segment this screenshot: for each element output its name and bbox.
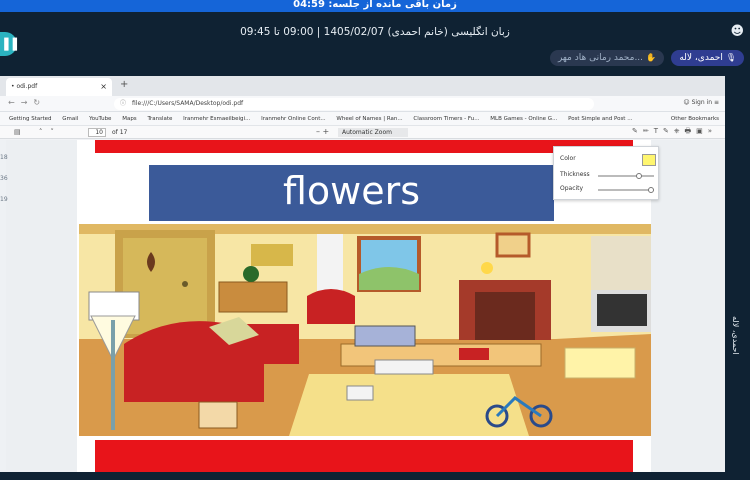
bookmark-item[interactable]: YouTube — [89, 112, 111, 126]
browser-tab[interactable]: • odi.pdf × — [6, 78, 112, 96]
page-number-input[interactable]: 10 — [88, 128, 106, 137]
mic-icon: 🎙 — [725, 53, 736, 62]
menu-icon[interactable]: ≡ — [714, 99, 719, 106]
session-title: زبان انگلیسی (خانم احمدی) 1405/02/07 | 0… — [240, 26, 510, 38]
browser-tabbar: • odi.pdf × + — [0, 76, 725, 96]
thickness-label: Thickness — [560, 171, 590, 178]
page-title-box: flowers — [149, 165, 554, 221]
bookmark-item[interactable]: Maps — [122, 112, 136, 126]
bookmark-item[interactable]: Wheel of Names | Ran... — [336, 112, 402, 126]
browser-urlbar: ←→↻ ⓘ file:///C:/Users/SAMA/Desktop/odi.… — [0, 96, 725, 112]
signin-button[interactable]: ☺ Sign in ≡ — [683, 99, 719, 106]
red-band-bottom — [95, 440, 633, 472]
pdf-tools-icons[interactable]: ✎✏T✎⎈🖶▣» — [632, 127, 717, 138]
side-participant-label: احمدی، لاله — [731, 316, 740, 355]
left-strip-number: 19 — [0, 196, 8, 203]
highlight-options-popup: Color Thickness Opacity — [553, 146, 659, 200]
address-bar[interactable]: ⓘ file:///C:/Users/SAMA/Desktop/odi.pdf — [114, 98, 594, 110]
bookmark-item[interactable]: Translate — [147, 112, 172, 126]
color-label: Color — [560, 155, 576, 162]
bookmark-item[interactable]: MLB Games - Online G... — [490, 112, 557, 126]
opacity-slider-handle[interactable] — [648, 187, 654, 193]
close-icon[interactable]: × — [100, 78, 107, 96]
pdf-viewer: flowers Color Thickness Opacity — [0, 140, 725, 472]
bookmark-item[interactable]: Post Simple and Post ... — [568, 112, 632, 126]
account-icon: ☺ — [683, 99, 690, 106]
bookmark-item[interactable]: Iranmehr Online Cont... — [261, 112, 326, 126]
color-swatch[interactable] — [642, 154, 656, 166]
session-timer-bar: زمان باقی مانده از جلسه: 04:59 — [0, 0, 750, 12]
bookmark-item[interactable]: Gmail — [62, 112, 78, 126]
bookmark-item[interactable]: Classroom Timers - Fu... — [413, 112, 479, 126]
new-tab-button[interactable]: + — [120, 79, 128, 90]
page-total: of 17 — [112, 129, 128, 136]
session-timer: زمان باقی مانده از جلسه: 04:59 — [293, 0, 457, 10]
thickness-slider[interactable] — [598, 173, 654, 179]
left-sidebar-strip: 18 36 19 — [0, 140, 8, 470]
opacity-slider[interactable] — [598, 187, 654, 193]
zoom-in-icon[interactable]: – + — [316, 127, 329, 136]
hand-icon: ✋ — [646, 53, 656, 62]
nav-buttons[interactable]: ←→↻ — [8, 98, 46, 107]
opacity-label: Opacity — [560, 185, 584, 192]
participant-name-other: محمد رمانی هاد مهر... — [557, 53, 644, 63]
page-info-icon[interactable]: ⓘ — [120, 98, 126, 110]
thickness-slider-handle[interactable] — [635, 173, 642, 179]
participant-name-me: احمدی، لاله — [679, 53, 723, 63]
participant-chip-me[interactable]: احمدی، لاله 🎙 — [671, 50, 744, 66]
pdf-toolbar: ▤ ˄˅ 10 of 17 – + Automatic Zoom ✎✏T✎⎈🖶▣… — [0, 126, 725, 139]
browser-tab-label: • odi.pdf — [11, 83, 38, 90]
address-text: file:///C:/Users/SAMA/Desktop/odi.pdf — [132, 100, 244, 107]
left-strip-number: 18 — [0, 154, 8, 161]
zoom-select[interactable]: Automatic Zoom — [338, 128, 408, 137]
bookmark-item[interactable]: Iranmehr Esmaeilbeigi... — [183, 112, 250, 126]
shared-browser-window: • odi.pdf × + ←→↻ ⓘ file:///C:/Users/SAM… — [0, 76, 725, 472]
participant-chip-other[interactable]: محمد رمانی هاد مهر... ✋ — [549, 50, 664, 66]
left-strip-number: 36 — [0, 175, 8, 182]
bookmarks-bar: Getting Started Gmail YouTube Maps Trans… — [0, 112, 725, 126]
participant-side-panel: احمدی، لاله — [725, 76, 750, 472]
living-room-illustration — [79, 224, 651, 436]
bookmark-item[interactable]: Getting Started — [9, 112, 52, 126]
other-bookmarks[interactable]: Other Bookmarks — [671, 112, 719, 126]
user-search-icon[interactable]: ☻ — [730, 24, 744, 39]
page-title: flowers — [282, 169, 421, 213]
meeting-header: ▐▐ زبان انگلیسی (خانم احمدی) 1405/02/07 … — [0, 12, 750, 76]
sidebar-toggle-icon[interactable]: ▤ ˄˅ — [14, 128, 62, 136]
signin-label: Sign in — [691, 99, 713, 106]
